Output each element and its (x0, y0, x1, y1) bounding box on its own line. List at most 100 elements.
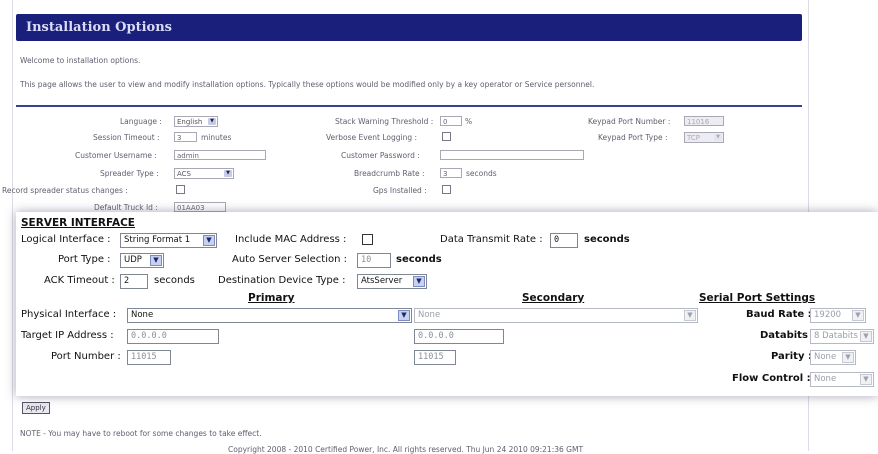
breadcrumb-rate-unit: seconds (466, 169, 497, 178)
baud-rate-value: 19200 (814, 310, 842, 320)
port-number-secondary-input[interactable]: 11015 (414, 350, 456, 365)
chevron-down-icon: ▼ (852, 310, 864, 321)
physical-interface-label: Physical Interface : (21, 309, 117, 320)
data-transmit-unit: seconds (584, 234, 630, 245)
chevron-down-icon: ▼ (150, 255, 162, 266)
breadcrumb-rate-input[interactable]: 3 (440, 168, 462, 178)
session-timeout-label: Session Timeout : (93, 133, 160, 142)
stack-warning-unit: % (465, 117, 473, 126)
welcome-text: Welcome to installation options. (20, 56, 141, 65)
spreader-type-select[interactable]: ACS ▼ (174, 168, 234, 179)
flow-control-select[interactable]: None ▼ (810, 372, 874, 387)
breadcrumb-rate-label: Breadcrumb Rate : (354, 169, 425, 178)
baud-rate-select[interactable]: 19200 ▼ (810, 308, 866, 323)
data-transmit-label: Data Transmit Rate : (440, 234, 543, 245)
flow-control-value: None (814, 374, 837, 384)
logical-interface-select[interactable]: String Format 1 ▼ (120, 233, 217, 248)
baud-rate-label: Baud Rate : (746, 309, 812, 320)
chevron-down-icon: ▼ (203, 235, 215, 246)
ack-timeout-input[interactable]: 2 (120, 274, 148, 289)
chevron-down-icon: ▼ (208, 118, 216, 125)
keypad-port-number-input[interactable]: 11016 (684, 116, 724, 126)
keypad-port-type-value: TCP (687, 134, 700, 142)
port-type-select[interactable]: UDP ▼ (120, 253, 164, 268)
verbose-logging-checkbox[interactable] (442, 132, 451, 141)
serial-port-settings-heading: Serial Port Settings (699, 292, 816, 304)
chevron-down-icon: ▼ (860, 374, 872, 385)
secondary-heading: Secondary (522, 292, 585, 304)
ack-timeout-label: ACK Timeout : (44, 275, 115, 286)
chevron-down-icon: ▼ (860, 331, 872, 342)
spreader-type-value: ACS (177, 170, 191, 178)
default-truck-label: Default Truck Id : (94, 203, 158, 212)
databits-value: 8 Databits (814, 331, 858, 341)
chevron-down-icon: ▼ (714, 134, 722, 141)
description-text: This page allows the user to view and mo… (20, 80, 595, 89)
section-divider (16, 105, 802, 107)
customer-password-label: Customer Password : (341, 151, 420, 160)
databits-label: Databits : (760, 330, 816, 341)
customer-password-input[interactable] (440, 150, 584, 160)
language-label: Language : (120, 117, 162, 126)
include-mac-checkbox[interactable] (362, 234, 373, 245)
data-transmit-input[interactable]: 0 (550, 233, 578, 248)
flow-control-label: Flow Control : (732, 373, 811, 384)
physical-interface-secondary-select[interactable]: None ▼ (414, 308, 698, 323)
verbose-logging-label: Verbose Event Logging : (326, 133, 418, 142)
keypad-port-type-select[interactable]: TCP ▼ (684, 132, 724, 143)
destination-device-label: Destination Device Type : (218, 275, 346, 286)
port-type-value: UDP (124, 255, 142, 265)
target-ip-primary-input[interactable]: 0.0.0.0 (127, 329, 219, 344)
copyright-text: Copyright 2008 - 2010 Certified Power, I… (228, 445, 584, 454)
physical-interface-secondary-value: None (418, 310, 441, 320)
databits-select[interactable]: 8 Databits ▼ (810, 329, 874, 344)
gps-installed-label: Gps Installed : (373, 186, 427, 195)
record-spreader-checkbox[interactable] (176, 185, 185, 194)
session-timeout-input[interactable]: 3 (174, 132, 197, 142)
ack-timeout-unit: seconds (154, 275, 195, 286)
keypad-port-number-label: Keypad Port Number : (588, 117, 671, 126)
reboot-note: NOTE - You may have to reboot for some c… (20, 429, 262, 438)
physical-interface-primary-value: None (131, 310, 154, 320)
port-type-label: Port Type : (58, 254, 111, 265)
port-number-primary-input[interactable]: 11015 (127, 350, 171, 365)
port-number-label: Port Number : (51, 351, 121, 362)
session-timeout-unit: minutes (201, 133, 232, 142)
physical-interface-primary-select[interactable]: None ▼ (127, 308, 412, 323)
target-ip-label: Target IP Address : (21, 330, 114, 341)
destination-device-select[interactable]: AtsServer ▼ (357, 274, 427, 289)
record-spreader-label: Record spreader status changes : (2, 186, 128, 195)
auto-server-selection-unit: seconds (396, 254, 442, 265)
server-interface-panel: SERVER INTERFACE Logical Interface : Str… (16, 212, 878, 396)
page-title: Installation Options (26, 20, 172, 35)
primary-heading: Primary (248, 292, 295, 304)
language-select[interactable]: English ▼ (174, 116, 218, 127)
title-bar: Installation Options (16, 14, 802, 41)
stack-warning-input[interactable]: 0 (440, 116, 462, 126)
default-truck-input[interactable]: 01AA03 (174, 202, 226, 212)
stack-warning-label: Stack Warning Threshold : (335, 117, 434, 126)
chevron-down-icon: ▼ (684, 310, 696, 321)
gps-installed-checkbox[interactable] (442, 185, 451, 194)
chevron-down-icon: ▼ (398, 310, 410, 321)
logical-interface-value: String Format 1 (124, 235, 191, 245)
parity-label: Parity : (771, 351, 812, 362)
language-value: English (177, 118, 203, 126)
apply-button[interactable]: Apply (22, 402, 50, 414)
customer-username-input[interactable]: admin (174, 150, 266, 160)
keypad-port-type-label: Keypad Port Type : (598, 133, 668, 142)
include-mac-label: Include MAC Address : (235, 234, 347, 245)
auto-server-selection-label: Auto Server Selection : (232, 254, 347, 265)
chevron-down-icon: ▼ (842, 352, 854, 363)
spreader-type-label: Spreader Type : (100, 169, 159, 178)
destination-device-value: AtsServer (361, 276, 403, 286)
parity-select[interactable]: None ▼ (810, 350, 856, 365)
chevron-down-icon: ▼ (224, 170, 232, 177)
logical-interface-label: Logical Interface : (21, 234, 111, 245)
target-ip-secondary-input[interactable]: 0.0.0.0 (414, 329, 504, 344)
auto-server-selection-input[interactable]: 10 (357, 253, 391, 268)
parity-value: None (814, 352, 837, 362)
customer-username-label: Customer Username : (75, 151, 157, 160)
server-interface-heading: SERVER INTERFACE (21, 217, 135, 229)
chevron-down-icon: ▼ (413, 276, 425, 287)
